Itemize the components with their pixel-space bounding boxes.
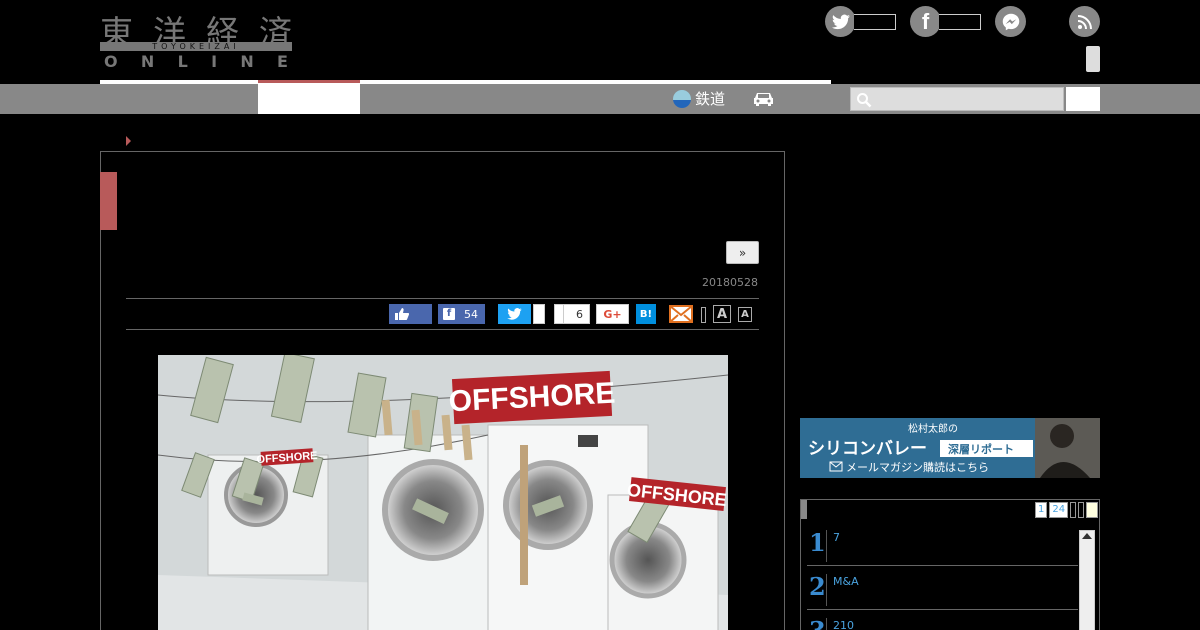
next-page-button[interactable]: » (726, 241, 759, 264)
car-icon[interactable] (752, 91, 775, 107)
svg-text:シリコンバレー: シリコンバレー (808, 439, 927, 459)
logo-letter: L (177, 52, 188, 71)
scroll-up-icon[interactable] (1082, 533, 1092, 539)
ranking-item[interactable]: 3 210 (807, 610, 1078, 630)
messenger-bolt-icon (1002, 13, 1019, 30)
messenger-icon (995, 6, 1026, 37)
ranking-page-3[interactable] (1070, 502, 1077, 518)
logo-online: O N L I N E (100, 52, 292, 71)
ranking-number: 3 (809, 618, 826, 630)
article-date: 20180528 (702, 276, 758, 289)
rss-link[interactable] (1069, 6, 1100, 37)
hatena-count: 6 (554, 304, 590, 324)
logo-band: TOYOKEIZAI (100, 42, 292, 51)
twitter-follow[interactable] (825, 6, 896, 37)
twitter-bird-icon (831, 14, 850, 29)
ranking-title: 7 (833, 531, 840, 544)
facebook-count-box (939, 13, 981, 30)
ranking-title: 210 (833, 619, 854, 630)
site-logo[interactable]: 東 洋 経 済 TOYOKEIZAI O N L I N E (100, 6, 292, 71)
ranking-number: 1 (809, 528, 826, 557)
rss-icon (1069, 6, 1100, 37)
svg-text:深層リポート: 深層リポート (948, 442, 1014, 456)
svg-text:松村太郎の: 松村太郎の (908, 422, 958, 435)
ranking-page-4[interactable] (1078, 502, 1085, 518)
font-small-button[interactable]: A (738, 307, 752, 322)
logo-letter: I (211, 52, 218, 71)
logo-char: 東 (100, 13, 133, 52)
nav-tab-active[interactable] (258, 84, 360, 114)
article-panel: » 20180528 f 54 6 G+ B! A A OFFSHORE OFF… (100, 151, 785, 630)
ranking-panel: 1 24 1 7 2 M&A 3 210 (800, 499, 1100, 630)
logo-letter: E (277, 52, 288, 71)
facebook-icon: f (910, 6, 941, 37)
rss-feed-icon (1077, 14, 1092, 29)
tweet-count (533, 304, 545, 324)
ranking-item[interactable]: 2 M&A (807, 566, 1078, 610)
facebook-follow[interactable]: f (910, 6, 981, 37)
logo-char: 経 (206, 13, 239, 52)
twitter-icon (507, 308, 522, 320)
ranking-item[interactable]: 1 7 (807, 522, 1078, 566)
svg-text:メールマガジン購読はこちら: メールマガジン購読はこちら (846, 460, 989, 474)
twitter-icon (825, 6, 856, 37)
ranking-title: M&A (833, 575, 859, 588)
google-plus-button[interactable]: G+ (596, 304, 629, 324)
logo-kanji: 東 洋 経 済 (100, 6, 292, 52)
facebook-icon: f (443, 308, 455, 320)
ranking-divider (826, 618, 827, 630)
ranking-scrollbar[interactable] (1079, 530, 1095, 630)
share-bar-bottom-rule (126, 329, 759, 330)
nav-item-railway[interactable]: 鉄道 (673, 88, 725, 109)
search-button[interactable] (1066, 87, 1100, 111)
ranking-number: 2 (809, 572, 826, 601)
hatena-bookmark-button[interactable]: B! (636, 304, 656, 324)
facebook-share-count: 54 (464, 307, 478, 321)
ranking-divider (826, 574, 827, 606)
logo-letter: O (104, 52, 118, 71)
menu-button[interactable] (1086, 46, 1100, 72)
ranking-page-24[interactable]: 24 (1049, 502, 1069, 518)
logo-letter: N (240, 52, 254, 71)
logo-char: 済 (259, 13, 292, 52)
nav-item-railway-label: 鉄道 (695, 90, 726, 108)
active-tab-indicator (258, 80, 360, 83)
font-size-divider (701, 307, 706, 323)
breadcrumb-arrow-icon (126, 136, 131, 146)
ranking-page-1[interactable]: 1 (1035, 502, 1048, 518)
tweet-button[interactable] (498, 304, 531, 324)
facebook-share-button[interactable]: f 54 (438, 304, 485, 324)
facebook-like-button[interactable] (389, 304, 432, 324)
search-icon (857, 93, 872, 108)
newsletter-banner[interactable]: 松村太郎の シリコンバレー 深層リポート メールマガジン購読はこちら (800, 418, 1100, 478)
twitter-count-box (854, 13, 896, 30)
offshore-washing-machines-illustration: OFFSHORE OFFSHORE OFFSHORE (158, 355, 728, 630)
thumbs-up-icon (395, 308, 409, 320)
page: 東 洋 経 済 TOYOKEIZAI O N L I N E f 鉄道 » 20… (0, 0, 1200, 630)
font-large-button[interactable]: A (713, 305, 731, 323)
logo-letter: N (140, 52, 155, 71)
ranking-page-5[interactable] (1086, 502, 1099, 518)
banner-graphic: 松村太郎の シリコンバレー 深層リポート メールマガジン購読はこちら (800, 418, 1100, 478)
logo-char: 洋 (153, 13, 186, 52)
messenger-share[interactable] (995, 6, 1026, 37)
search-input[interactable] (850, 87, 1064, 111)
ranking-divider (826, 530, 827, 562)
ranking-pager: 1 24 (1033, 502, 1099, 518)
article-photo: OFFSHORE OFFSHORE OFFSHORE (158, 355, 728, 630)
ranking-header-mark (801, 500, 807, 519)
mail-icon[interactable] (669, 305, 693, 323)
share-bar-top-rule (126, 298, 759, 299)
title-accent (100, 172, 117, 230)
railway-icon (673, 89, 691, 108)
